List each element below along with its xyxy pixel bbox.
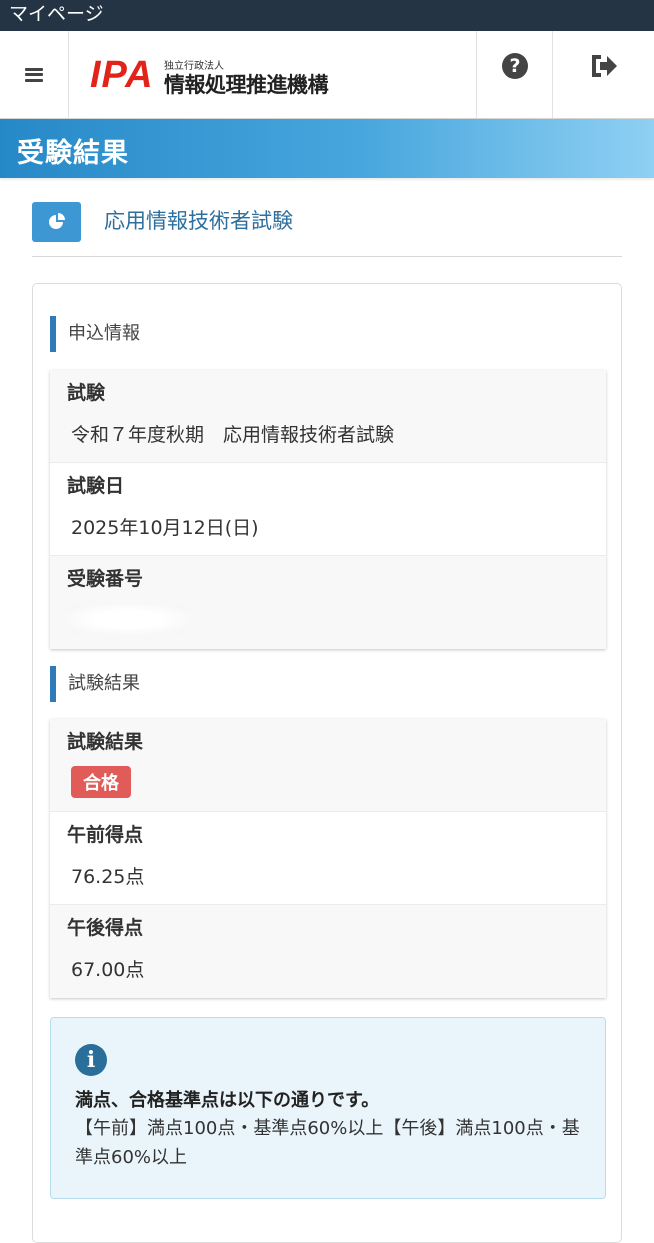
exam-date-value: 2025年10月12日(日) (71, 517, 259, 539)
notice-body: 【午前】満点100点・基準点60%以上【午後】満点100点・基準点60%以上 (75, 1118, 580, 1168)
application-section-title: 申込情報 (50, 316, 140, 352)
exam-date-row: 試験日 2025年10月12日(日) (50, 463, 606, 556)
status-bar: マイページ (0, 0, 654, 31)
notice-heading: 満点、合格基準点は以下の通りです。 (75, 1090, 380, 1111)
result-section-title: 試験結果 (50, 666, 140, 702)
page-title: 受験結果 (17, 138, 129, 169)
logo-mark: IPA (90, 54, 154, 96)
application-card: 試験 令和７年度秋期 応用情報技術者試験 試験日 2025年10月12日(日) … (50, 370, 606, 649)
page-label: マイページ (9, 3, 104, 25)
page-title-band: 受験結果 (0, 119, 654, 178)
question-circle-icon: ? (502, 53, 528, 79)
exam-name: 応用情報技術者試験 (104, 209, 293, 233)
pm-score-value: 67.00点 (71, 959, 145, 981)
exam-icon-box (32, 202, 81, 242)
examinee-number-redacted (66, 604, 190, 634)
info-circle-icon: i (75, 1044, 107, 1076)
am-score-value: 76.25点 (71, 866, 145, 888)
result-panel: 申込情報 試験 令和７年度秋期 応用情報技術者試験 試験日 2025年10月12… (32, 283, 622, 1243)
exam-row: 試験 令和７年度秋期 応用情報技術者試験 (50, 370, 606, 463)
pm-score-row: 午後得点 67.00点 (50, 905, 606, 998)
result-card: 試験結果 合格 午前得点 76.25点 午後得点 67.00点 (50, 719, 606, 998)
am-score-label: 午前得点 (67, 824, 144, 846)
pie-chart-icon (48, 213, 65, 229)
exam-label: 試験 (67, 382, 106, 404)
pass-badge: 合格 (71, 766, 131, 798)
menu-button[interactable] (0, 31, 69, 118)
top-navbar: IPA 独立行政法人 情報処理推進機構 ? (0, 31, 654, 119)
examinee-number-label: 受験番号 (67, 568, 144, 590)
result-row: 試験結果 合格 (50, 719, 606, 812)
exam-value: 令和７年度秋期 応用情報技術者試験 (71, 424, 395, 446)
exam-header: 応用情報技術者試験 (32, 202, 622, 257)
examinee-number-row: 受験番号 (50, 556, 606, 649)
help-button[interactable]: ? (476, 31, 553, 118)
score-criteria-notice: i 満点、合格基準点は以下の通りです。 【午前】満点100点・基準点60%以上【… (50, 1017, 606, 1199)
sign-out-icon (591, 55, 617, 77)
pm-score-label: 午後得点 (67, 917, 144, 939)
exam-date-label: 試験日 (67, 475, 125, 497)
am-score-row: 午前得点 76.25点 (50, 812, 606, 905)
hamburger-icon (25, 67, 43, 82)
logo-org-name: 情報処理推進機構 (164, 73, 329, 97)
logout-button[interactable] (552, 31, 654, 118)
result-label: 試験結果 (67, 731, 144, 753)
